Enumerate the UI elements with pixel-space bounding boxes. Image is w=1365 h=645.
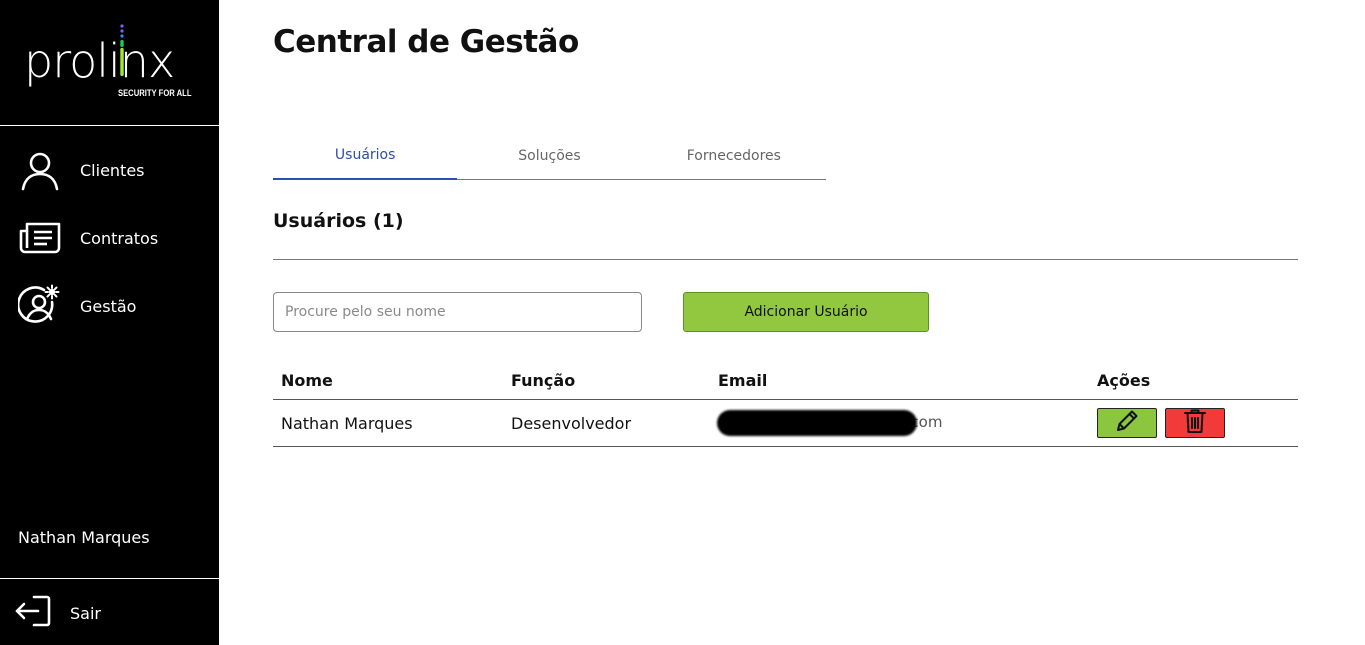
sidebar-item-label: Gestão xyxy=(80,296,137,316)
logout-label: Sair xyxy=(70,603,101,623)
section-title: Usuários (1) xyxy=(273,210,404,232)
cell-name: Nathan Marques xyxy=(281,414,413,433)
sidebar-divider-bottom xyxy=(0,578,219,579)
logout-icon xyxy=(14,593,52,633)
prolinx-logo: prolinx SECURITY FOR ALL xyxy=(24,22,194,102)
search-input[interactable] xyxy=(273,292,642,332)
logo-wordmark: prolinx xyxy=(24,34,175,88)
delete-user-button[interactable] xyxy=(1165,408,1225,438)
edit-user-button[interactable] xyxy=(1097,408,1157,438)
table-header: Nome Função Email Ações xyxy=(273,362,1298,400)
sidebar-divider-top xyxy=(0,125,219,126)
users-table: Nome Função Email Ações Nathan Marques D… xyxy=(273,362,1298,447)
tab-usuarios[interactable]: Usuários xyxy=(273,132,458,180)
page-title: Central de Gestão xyxy=(273,24,579,60)
user-icon xyxy=(18,148,62,192)
sidebar-item-label: Contratos xyxy=(80,228,159,248)
sidebar-item-gestao[interactable]: Gestão xyxy=(18,284,208,328)
sidebar: prolinx SECURITY FOR ALL Clientes Contra… xyxy=(0,0,219,645)
column-header-email: Email xyxy=(718,371,768,390)
trash-icon xyxy=(1183,408,1207,438)
pencil-icon xyxy=(1114,408,1140,438)
tab-solucoes[interactable]: Soluções xyxy=(457,132,641,180)
tabs: Usuários Soluções Fornecedores xyxy=(273,132,826,180)
cell-role: Desenvolvedor xyxy=(511,414,632,433)
column-header-funcao: Função xyxy=(511,371,576,390)
sidebar-item-contratos[interactable]: Contratos xyxy=(18,216,208,260)
current-user-name: Nathan Marques xyxy=(18,528,150,547)
logout-button[interactable]: Sair xyxy=(14,594,101,632)
add-user-button[interactable]: Adicionar Usuário xyxy=(683,292,929,332)
sidebar-item-label: Clientes xyxy=(80,160,145,180)
column-header-acoes: Ações xyxy=(1097,371,1151,390)
logo-tagline: SECURITY FOR ALL xyxy=(118,88,192,98)
document-list-icon xyxy=(18,216,62,260)
email-redaction xyxy=(717,410,917,436)
table-row: Nathan Marques Desenvolvedor @gmail.com xyxy=(273,400,1298,447)
tab-fornecedores[interactable]: Fornecedores xyxy=(642,132,826,180)
sidebar-item-clientes[interactable]: Clientes xyxy=(18,148,208,192)
column-header-nome: Nome xyxy=(281,371,333,390)
section-divider xyxy=(273,259,1298,260)
cell-email: @gmail.com xyxy=(717,408,961,438)
user-gear-icon xyxy=(18,284,62,328)
